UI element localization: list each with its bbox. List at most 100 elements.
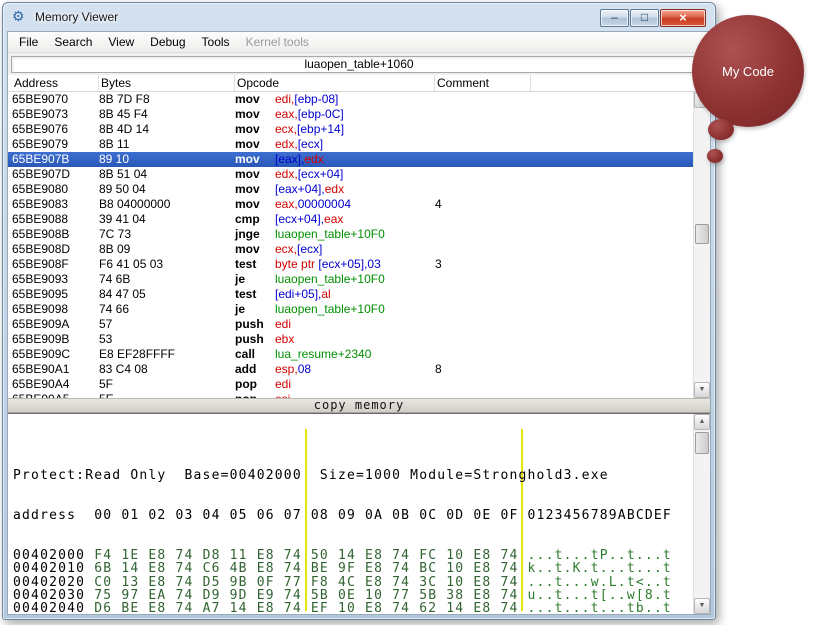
row-bytes: 8B 11 (99, 137, 235, 152)
disasm-row[interactable]: 65BE908D8B 09movecx,[ecx] (8, 242, 693, 257)
row-opcode: movecx,[ebp+14] (235, 122, 435, 137)
hex-row[interactable]: 00402030 75 97 EA 74 D9 9D E9 74 5B 0E 1… (13, 589, 710, 602)
disasm-row[interactable]: 65BE909CE8 EF28FFFFcalllua_resume+2340 (8, 347, 693, 362)
menu-item-file[interactable]: File (11, 33, 46, 52)
scroll-up-icon[interactable]: ▲ (694, 414, 710, 430)
disasm-panel[interactable]: 65BE90708B 7D F8movedi,[ebp-08]65BE90738… (8, 92, 710, 398)
row-bytes: 8B 4D 14 (99, 122, 235, 137)
disasm-scrollbar[interactable]: ▲ ▼ (693, 92, 710, 398)
column-header-comment[interactable]: Comment (435, 75, 531, 91)
row-comment (435, 167, 531, 182)
row-address: 65BE909C (12, 347, 99, 362)
row-address: 65BE9088 (12, 212, 99, 227)
row-opcode: cmp[ecx+04],eax (235, 212, 435, 227)
row-comment: 3 (435, 257, 531, 272)
row-opcode: mov[eax],edx (235, 152, 435, 167)
row-opcode: movedi,[ebp-08] (235, 92, 435, 107)
hex-scrollbar[interactable]: ▲ ▼ (693, 414, 710, 614)
hex-row[interactable]: 00402000 F4 1E E8 74 D8 11 E8 74 50 14 E… (13, 549, 710, 562)
disasm-row[interactable]: 65BE9083B8 04000000moveax,000000044 (8, 197, 693, 212)
row-bytes: 83 C4 08 (99, 362, 235, 377)
row-opcode: movecx,[ecx] (235, 242, 435, 257)
column-header-address[interactable]: Address (12, 75, 99, 91)
hex-panel[interactable]: Protect:Read Only Base=00402000 Size=100… (8, 413, 710, 614)
minimize-button[interactable]: – (600, 9, 629, 27)
row-comment (435, 212, 531, 227)
app-icon: ⚙ (12, 8, 29, 25)
row-opcode: moveax,00000004 (235, 197, 435, 212)
menu-item-debug[interactable]: Debug (142, 33, 193, 52)
row-opcode: test[edi+05],al (235, 287, 435, 302)
row-comment (435, 152, 531, 167)
disasm-row[interactable]: 65BE909B53pushebx (8, 332, 693, 347)
row-comment (435, 92, 531, 107)
copy-memory-splitter[interactable]: copy memory (8, 398, 710, 413)
disasm-row[interactable]: 65BE90A45Fpopedi (8, 377, 693, 392)
title-bar[interactable]: ⚙ Memory Viewer – □ × (3, 3, 715, 30)
disasm-row[interactable]: 65BE908FF6 41 05 03testbyte ptr [ecx+05]… (8, 257, 693, 272)
disasm-row[interactable]: 65BE90768B 4D 14movecx,[ebp+14] (8, 122, 693, 137)
disasm-row[interactable]: 65BE909584 47 05test[edi+05],al (8, 287, 693, 302)
address-input[interactable]: luaopen_table+1060 (11, 56, 707, 73)
disasm-column-header: Address Bytes Opcode Comment (8, 75, 710, 92)
annotation-label: My Code (722, 64, 774, 79)
row-bytes: 57 (99, 317, 235, 332)
hex-row[interactable]: 00402020 C0 13 E8 74 D5 9B 0F 77 F8 4C E… (13, 576, 710, 589)
row-bytes: 7C 73 (99, 227, 235, 242)
window-title: Memory Viewer (35, 10, 118, 24)
disasm-row[interactable]: 65BE90A55Epopesi (8, 392, 693, 398)
row-opcode: jeluaopen_table+10F0 (235, 302, 435, 317)
disasm-row[interactable]: 65BE90A183 C4 08addesp,088 (8, 362, 693, 377)
row-comment (435, 137, 531, 152)
disasm-row[interactable]: 65BE909A57pushedi (8, 317, 693, 332)
column-header-opcode[interactable]: Opcode (235, 75, 435, 91)
row-bytes: B8 04000000 (99, 197, 235, 212)
disasm-row[interactable]: 65BE909374 6Bjeluaopen_table+10F0 (8, 272, 693, 287)
row-address: 65BE90A5 (12, 392, 99, 398)
maximize-button[interactable]: □ (630, 9, 659, 27)
memory-viewer-window: ⚙ Memory Viewer – □ × FileSearchViewDebu… (2, 2, 716, 620)
disasm-row[interactable]: 65BE908839 41 04cmp[ecx+04],eax (8, 212, 693, 227)
disasm-row[interactable]: 65BE908B7C 73jngeluaopen_table+10F0 (8, 227, 693, 242)
hex-header-line: address 00 01 02 03 04 05 06 07 08 09 0A… (13, 509, 710, 522)
row-comment (435, 242, 531, 257)
row-comment: 4 (435, 197, 531, 212)
row-comment (435, 227, 531, 242)
disasm-row[interactable]: 65BE90738B 45 F4moveax,[ebp-0C] (8, 107, 693, 122)
row-address: 65BE9095 (12, 287, 99, 302)
close-button[interactable]: × (660, 9, 706, 27)
row-opcode: moveax,[ebp-0C] (235, 107, 435, 122)
disasm-scrollbar-thumb[interactable] (695, 224, 709, 244)
disasm-row[interactable]: 65BE907B89 10mov[eax],edx (8, 152, 693, 167)
annotation-bubble-small (707, 149, 723, 163)
row-address: 65BE9079 (12, 137, 99, 152)
hex-protect-line: Protect:Read Only Base=00402000 Size=100… (13, 469, 710, 482)
hex-row[interactable]: 00402010 6B 14 E8 74 C6 4B E8 74 BE 9F E… (13, 562, 710, 575)
menu-item-view[interactable]: View (100, 33, 142, 52)
annotation-bubble-mid (708, 119, 734, 140)
menu-item-tools[interactable]: Tools (194, 33, 238, 52)
scroll-down-icon[interactable]: ▼ (694, 382, 710, 398)
disasm-row[interactable]: 65BE90708B 7D F8movedi,[ebp-08] (8, 92, 693, 107)
row-comment (435, 107, 531, 122)
row-opcode: jngeluaopen_table+10F0 (235, 227, 435, 242)
row-bytes: 74 66 (99, 302, 235, 317)
row-address: 65BE9076 (12, 122, 99, 137)
hex-row[interactable]: 00402040 D6 BE E8 74 A7 14 E8 74 EF 10 E… (13, 602, 710, 614)
row-bytes: 8B 7D F8 (99, 92, 235, 107)
scroll-down-icon[interactable]: ▼ (694, 598, 710, 614)
disasm-row[interactable]: 65BE907D8B 51 04movedx,[ecx+04] (8, 167, 693, 182)
menu-item-search[interactable]: Search (46, 33, 100, 52)
row-opcode: movedx,[ecx+04] (235, 167, 435, 182)
hex-scrollbar-thumb[interactable] (695, 432, 709, 454)
row-comment (435, 347, 531, 362)
row-opcode: pushebx (235, 332, 435, 347)
disasm-row[interactable]: 65BE908089 50 04mov[eax+04],edx (8, 182, 693, 197)
row-address: 65BE9098 (12, 302, 99, 317)
column-header-bytes[interactable]: Bytes (99, 75, 235, 91)
disasm-row[interactable]: 65BE90798B 11movedx,[ecx] (8, 137, 693, 152)
row-comment (435, 392, 531, 398)
row-address: 65BE908D (12, 242, 99, 257)
disasm-row[interactable]: 65BE909874 66jeluaopen_table+10F0 (8, 302, 693, 317)
row-bytes: 74 6B (99, 272, 235, 287)
